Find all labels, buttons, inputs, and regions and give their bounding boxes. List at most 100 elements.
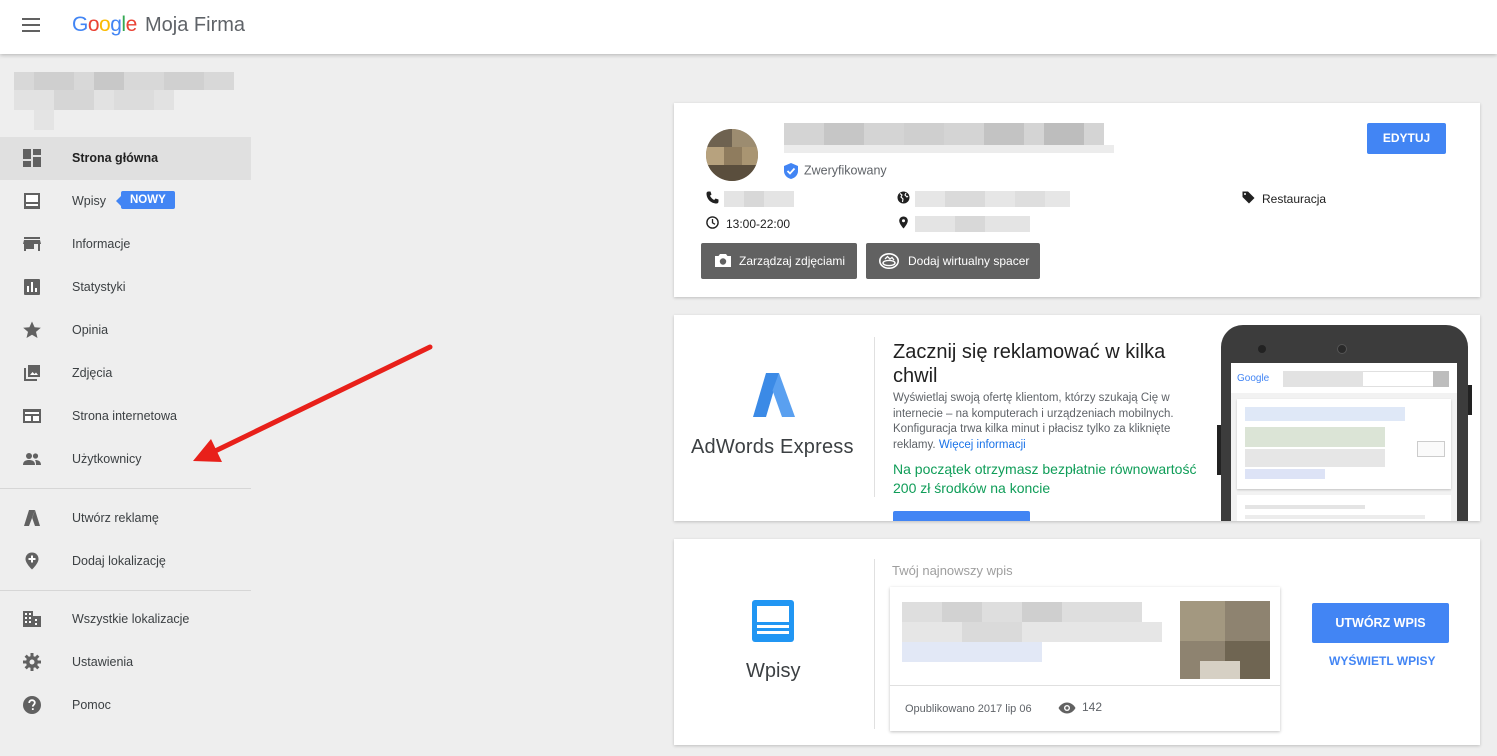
- phone-google-logo: Google: [1237, 373, 1269, 384]
- category-text: Restauracja: [1262, 192, 1327, 206]
- sidebar-item-label: Strona główna: [72, 151, 159, 165]
- virtual-tour-icon: [879, 253, 899, 269]
- sidebar-item-settings[interactable]: Ustawienia: [0, 641, 251, 684]
- phone-ad-result: [1237, 399, 1451, 489]
- camera-icon: [715, 254, 731, 267]
- ads-card-title: Zacznij się reklamować w kilka chwil: [893, 341, 1166, 387]
- address-blurred: [915, 216, 1030, 232]
- phone-search-icon: [1433, 371, 1449, 387]
- phone-ad-desc-blurred: [1245, 449, 1385, 467]
- post-published-date: Opublikowano 2017 lip 06: [905, 703, 1032, 715]
- phone-sensor: [1337, 344, 1347, 354]
- verified-status: Zweryfikowany: [784, 163, 887, 179]
- phone-blurred: [724, 191, 794, 207]
- phone-result-line: [1245, 515, 1425, 519]
- category-row: Restauracja: [1242, 191, 1352, 207]
- verified-shield-icon: [784, 163, 798, 179]
- phone-side-button: [1217, 425, 1221, 475]
- hours-text: 13:00-22:00: [726, 217, 791, 231]
- more-info-link[interactable]: Więcej informacji: [939, 439, 1026, 451]
- post-text-blurred: [942, 602, 982, 622]
- post-views-count: 142: [1082, 700, 1103, 714]
- website-icon: [23, 409, 41, 423]
- business-name-blurred: [14, 72, 234, 130]
- post-thumbnail-part: [1180, 601, 1225, 641]
- insights-icon: [24, 279, 40, 295]
- manage-photos-label: Zarządzaj zdjęciami: [739, 254, 846, 268]
- tag-icon: [1242, 191, 1255, 204]
- sidebar-item-home[interactable]: Strona główna: [0, 137, 251, 180]
- logo-letter: g: [110, 13, 122, 36]
- clock-icon: [706, 216, 719, 229]
- phone-call-button: [1417, 441, 1445, 457]
- post-text-blurred: [902, 622, 1162, 642]
- ads-promo-text: Na początek otrzymasz bezpłatnie równowa…: [893, 461, 1197, 496]
- edit-button[interactable]: EDYTUJ: [1367, 123, 1446, 154]
- top-bar: Google Moja Firma: [0, 0, 1497, 54]
- sidebar-item-label: Wpisy: [72, 194, 107, 208]
- latest-post-subtitle: Twój najnowszy wpis: [892, 563, 1013, 578]
- users-icon: [23, 453, 41, 465]
- location-pin-icon: [899, 216, 908, 229]
- sidebar-item-label: Informacje: [72, 237, 131, 251]
- globe-icon: [897, 191, 910, 204]
- adwords-brand-name: AdWords Express: [691, 436, 854, 458]
- star-icon: [23, 321, 41, 338]
- phone-ad-link-blurred: [1245, 469, 1325, 479]
- sidebar-item-all-locations[interactable]: Wszystkie lokalizacje: [0, 598, 251, 641]
- sidebar-item-help[interactable]: Pomoc: [0, 684, 251, 727]
- adwords-logo-icon: [753, 373, 795, 417]
- logo-letter: o: [99, 13, 111, 36]
- google-logo[interactable]: Google: [72, 13, 137, 37]
- gear-icon: [23, 653, 41, 671]
- post-text-blurred: [962, 622, 1022, 642]
- adwords-express-card: AdWords Express Zacznij się reklamować w…: [674, 315, 1480, 521]
- card-vertical-divider: [874, 559, 875, 729]
- manage-photos-button[interactable]: Zarządzaj zdjęciami: [701, 243, 857, 279]
- sidebar-item-info[interactable]: Informacje: [0, 223, 251, 266]
- eye-icon: [1058, 702, 1076, 714]
- sidebar-item-posts[interactable]: Wpisy NOWY: [0, 180, 251, 223]
- sidebar-item-label: Strona internetowa: [72, 409, 177, 423]
- phone-organic-result: [1237, 495, 1451, 521]
- hamburger-menu-icon[interactable]: [22, 18, 42, 36]
- phone-ad-title-blurred: [1245, 407, 1405, 421]
- business-profile-card: Zweryfikowany EDYTUJ Restauracja 13:00-2…: [674, 103, 1480, 297]
- logo-letter: e: [125, 13, 138, 36]
- business-avatar[interactable]: [706, 129, 758, 181]
- phone-side-button: [1468, 385, 1472, 415]
- sidebar-item-label: Dodaj lokalizację: [72, 554, 166, 568]
- annotation-arrow: [193, 344, 433, 462]
- sidebar-item-add-location[interactable]: Dodaj lokalizację: [0, 540, 251, 583]
- phone-illustration: Google: [1217, 325, 1472, 521]
- card-vertical-divider: [874, 337, 875, 497]
- posts-brand-icon: [752, 600, 794, 642]
- phone-screen: Google: [1231, 363, 1457, 521]
- create-post-button[interactable]: UTWÓRZ WPIS: [1312, 603, 1449, 643]
- sidebar-item-insights[interactable]: Statystyki: [0, 266, 251, 309]
- phone-camera: [1258, 345, 1266, 353]
- dashboard-icon: [23, 149, 41, 167]
- ads-description-text: Wyświetlaj swoją ofertę klientom, którzy…: [893, 392, 1174, 451]
- address-row: [897, 216, 1037, 232]
- logo-letter: G: [72, 13, 88, 36]
- view-posts-link[interactable]: WYŚWIETL WPISY: [1329, 654, 1435, 668]
- sidebar-item-label: Zdjęcia: [72, 366, 113, 380]
- adwords-icon: [24, 510, 40, 526]
- photos-icon: [24, 365, 40, 381]
- website-blurred: [915, 191, 1070, 207]
- sidebar-item-label: Ustawienia: [72, 655, 134, 669]
- phone-google-text: Google: [1237, 373, 1270, 384]
- phone-search-bar: Google: [1231, 363, 1457, 393]
- sidebar-item-create-ad[interactable]: Utwórz reklamę: [0, 497, 251, 540]
- latest-post-preview[interactable]: Opublikowano 2017 lip 06 142: [890, 587, 1280, 731]
- virtual-tour-button[interactable]: Dodaj wirtualny spacer: [866, 243, 1040, 279]
- buildings-icon: [23, 611, 41, 627]
- sidebar-item-label: Statystyki: [72, 280, 126, 294]
- ads-start-button[interactable]: [893, 511, 1030, 521]
- verified-label: Zweryfikowany: [804, 163, 887, 178]
- sidebar-divider: [0, 488, 251, 489]
- phone-search-query-blurred: [1283, 371, 1363, 387]
- sidebar-divider: [0, 590, 251, 591]
- help-icon: [23, 696, 41, 714]
